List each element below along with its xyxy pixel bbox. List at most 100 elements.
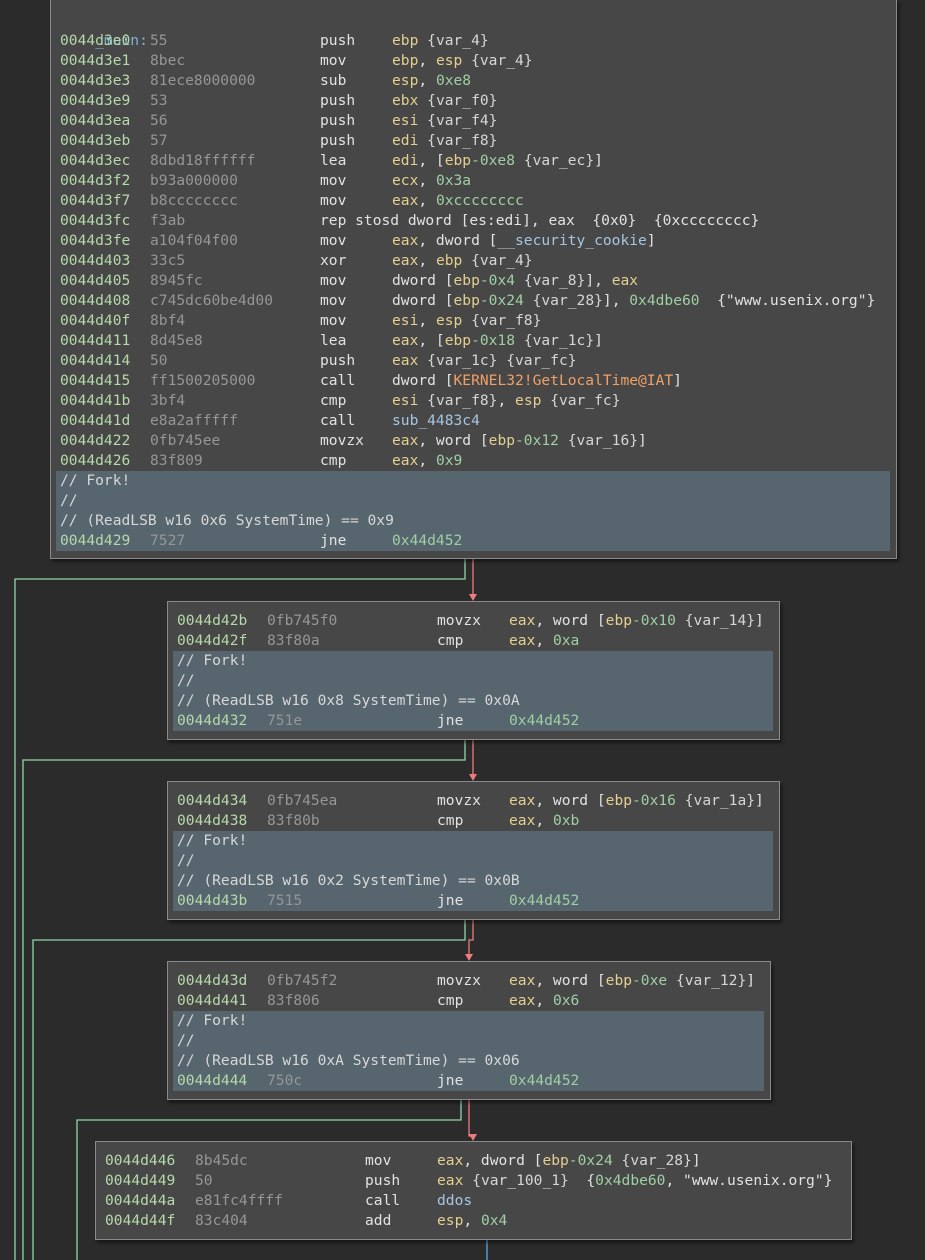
instruction-row[interactable]: 0044d3e3 81ece8000000 sub esp, 0xe8 (51, 71, 896, 91)
instruction-address[interactable]: 0044d3ec (60, 151, 130, 171)
instruction-row[interactable]: 0044d414 50 push eax {var_1c} {var_fc} (51, 351, 896, 371)
register-token[interactable]: eax (392, 432, 418, 449)
instruction-address[interactable]: 0044d44f (105, 1211, 175, 1231)
instruction-address[interactable]: 0044d432 (177, 711, 247, 731)
basic-block-3[interactable]: 0044d434 0fb745ea movzx eax, word [ebp-0x16… (167, 781, 780, 920)
register-token[interactable]: ebp (454, 272, 480, 289)
instruction-row[interactable]: 0044d405 8945fc mov dword [ebp-0x4 {var_8}]… (51, 271, 896, 291)
number-token[interactable]: -0x4 (480, 272, 515, 289)
register-token[interactable]: ebp (606, 612, 632, 629)
instruction-row[interactable]: 0044d422 0fb745ee movzx eax, word [ebp-0x12… (51, 431, 896, 451)
number-token[interactable]: 0xa (553, 632, 579, 649)
register-token[interactable]: eax (437, 1172, 463, 1189)
instruction-address[interactable]: 0044d43d (177, 971, 247, 991)
instruction-row[interactable]: 0044d446 8b45dc mov eax, dword [ebp-0x24 {v… (96, 1151, 851, 1171)
register-token[interactable]: eax (392, 232, 418, 249)
number-token[interactable]: 0xe8 (436, 72, 471, 89)
number-token[interactable]: 0x6 (553, 992, 579, 1009)
instruction-address[interactable]: 0044d3f7 (60, 191, 130, 211)
instruction-row[interactable]: 0044d3f7 b8cccccccc mov eax, 0xcccccccc (51, 191, 896, 211)
register-token[interactable]: eax (392, 332, 418, 349)
jump-instruction[interactable]: 0044d429 7527 jne 0x44d452 (56, 531, 890, 551)
register-token[interactable]: ebp (542, 1152, 568, 1169)
number-token[interactable]: -0x16 (632, 792, 676, 809)
symbol-token[interactable]: __security_cookie (497, 232, 646, 249)
instruction-row[interactable]: 0044d3e9 53 push ebx {var_f0} (51, 91, 896, 111)
number-token[interactable]: 0x4dbe60 (595, 1172, 665, 1189)
instruction-row[interactable]: 0044d3eb 57 push edi {var_f8} (51, 131, 896, 151)
number-token[interactable]: 0x3a (436, 172, 471, 189)
instruction-row[interactable]: 0044d3ec 8dbd18ffffff lea edi, [ebp-0xe8 {v… (51, 151, 896, 171)
number-token[interactable]: 0x44d452 (392, 532, 462, 549)
instruction-address[interactable]: 0044d41d (60, 411, 130, 431)
instruction-address[interactable]: 0044d444 (177, 1071, 247, 1091)
number-token[interactable]: 0x4dbe60 (629, 292, 699, 309)
register-token[interactable]: esp (437, 1212, 463, 1229)
instruction-address[interactable]: 0044d3fc (60, 211, 130, 231)
basic-block-main[interactable]: _main: 0044d3e0 55 push ebp {var_4} 0044d3e1… (50, 0, 897, 559)
instruction-row[interactable]: 0044d438 83f80b cmp eax, 0xb (168, 811, 779, 831)
instruction-row[interactable]: 0044d40f 8bf4 mov esi, esp {var_f8} (51, 311, 896, 331)
register-token[interactable]: eax (392, 252, 418, 269)
register-token[interactable]: ebp (445, 152, 471, 169)
instruction-row[interactable]: 0044d41b 3bf4 cmp esi {var_f8}, esp {var_fc… (51, 391, 896, 411)
jump-instruction[interactable]: 0044d444 750c jne 0x44d452 (173, 1071, 764, 1091)
number-token[interactable]: 0x44d452 (509, 892, 579, 909)
register-token[interactable]: ebx (392, 92, 418, 109)
instruction-row[interactable]: 0044d3f2 b93a000000 mov ecx, 0x3a (51, 171, 896, 191)
register-token[interactable]: eax (392, 192, 418, 209)
instruction-address[interactable]: 0044d415 (60, 371, 130, 391)
instruction-row[interactable]: 0044d3fc f3ab rep stosd dword [es:edi], ea… (51, 211, 896, 231)
instruction-row[interactable]: 0044d41d e8a2afffff call sub_4483c4 (51, 411, 896, 431)
instruction-row[interactable]: 0044d3e1 8bec mov ebp, esp {var_4} (51, 51, 896, 71)
instruction-address[interactable]: 0044d3e3 (60, 71, 130, 91)
instruction-address[interactable]: 0044d408 (60, 291, 130, 311)
number-token[interactable]: -0x18 (471, 332, 515, 349)
register-token[interactable]: ebp (606, 972, 632, 989)
number-token[interactable]: 0x9 (436, 452, 462, 469)
register-token[interactable]: edi (392, 132, 418, 149)
register-token[interactable]: ebp (392, 52, 418, 69)
register-token[interactable]: esp (515, 392, 541, 409)
instruction-address[interactable]: 0044d40f (60, 311, 130, 331)
register-token[interactable]: ebp (436, 252, 462, 269)
instruction-row[interactable]: 0044d3ea 56 push esi {var_f4} (51, 111, 896, 131)
register-token[interactable]: esp (436, 312, 462, 329)
instruction-address[interactable]: 0044d42f (177, 631, 247, 651)
number-token[interactable]: 0xb (553, 812, 579, 829)
instruction-address[interactable]: 0044d411 (60, 331, 130, 351)
register-token[interactable]: eax (509, 792, 535, 809)
register-token[interactable]: ebp (445, 332, 471, 349)
instruction-row[interactable]: 0044d3fe a104f04f00 mov eax, dword [__secur… (51, 231, 896, 251)
number-token[interactable]: 0xcccccccc (436, 192, 524, 209)
instruction-address[interactable]: 0044d446 (105, 1151, 175, 1171)
number-token[interactable]: -0x24 (480, 292, 524, 309)
instruction-address[interactable]: 0044d43b (177, 891, 247, 911)
instruction-row[interactable]: 0044d426 83f809 cmp eax, 0x9 (51, 451, 896, 471)
number-token[interactable]: 0x44d452 (509, 1072, 579, 1089)
instruction-row[interactable]: 0044d42b 0fb745f0 movzx eax, word [ebp-0x10… (168, 611, 779, 631)
register-token[interactable]: ecx (392, 172, 418, 189)
instruction-address[interactable]: 0044d3e9 (60, 91, 130, 111)
instruction-row[interactable]: 0044d441 83f806 cmp eax, 0x6 (168, 991, 770, 1011)
register-token[interactable]: edi (392, 152, 418, 169)
instruction-address[interactable]: 0044d438 (177, 811, 247, 831)
instruction-row[interactable]: 0044d44a e81fc4ffff call ddos (96, 1191, 851, 1211)
register-token[interactable]: ebp (606, 792, 632, 809)
instruction-address[interactable]: 0044d3eb (60, 131, 130, 151)
instruction-address[interactable]: 0044d42b (177, 611, 247, 631)
register-token[interactable]: eax (392, 452, 418, 469)
register-token[interactable]: eax (392, 352, 418, 369)
instruction-address[interactable]: 0044d405 (60, 271, 130, 291)
number-token[interactable]: -0x10 (632, 612, 676, 629)
symbol-token[interactable]: ddos (437, 1192, 472, 1209)
register-token[interactable]: esi (392, 112, 418, 129)
instruction-address[interactable]: 0044d3e1 (60, 51, 130, 71)
instruction-row[interactable]: 0044d3e0 55 push ebp {var_4} (51, 31, 896, 51)
instruction-row[interactable]: 0044d408 c745dc60be4d00 mov dword [ebp-0x24… (51, 291, 896, 311)
register-token[interactable]: eax (509, 632, 535, 649)
register-token[interactable]: eax (509, 972, 535, 989)
instruction-address[interactable]: 0044d3ea (60, 111, 130, 131)
instruction-address[interactable]: 0044d3e0 (60, 31, 130, 51)
register-token[interactable]: eax (509, 992, 535, 1009)
